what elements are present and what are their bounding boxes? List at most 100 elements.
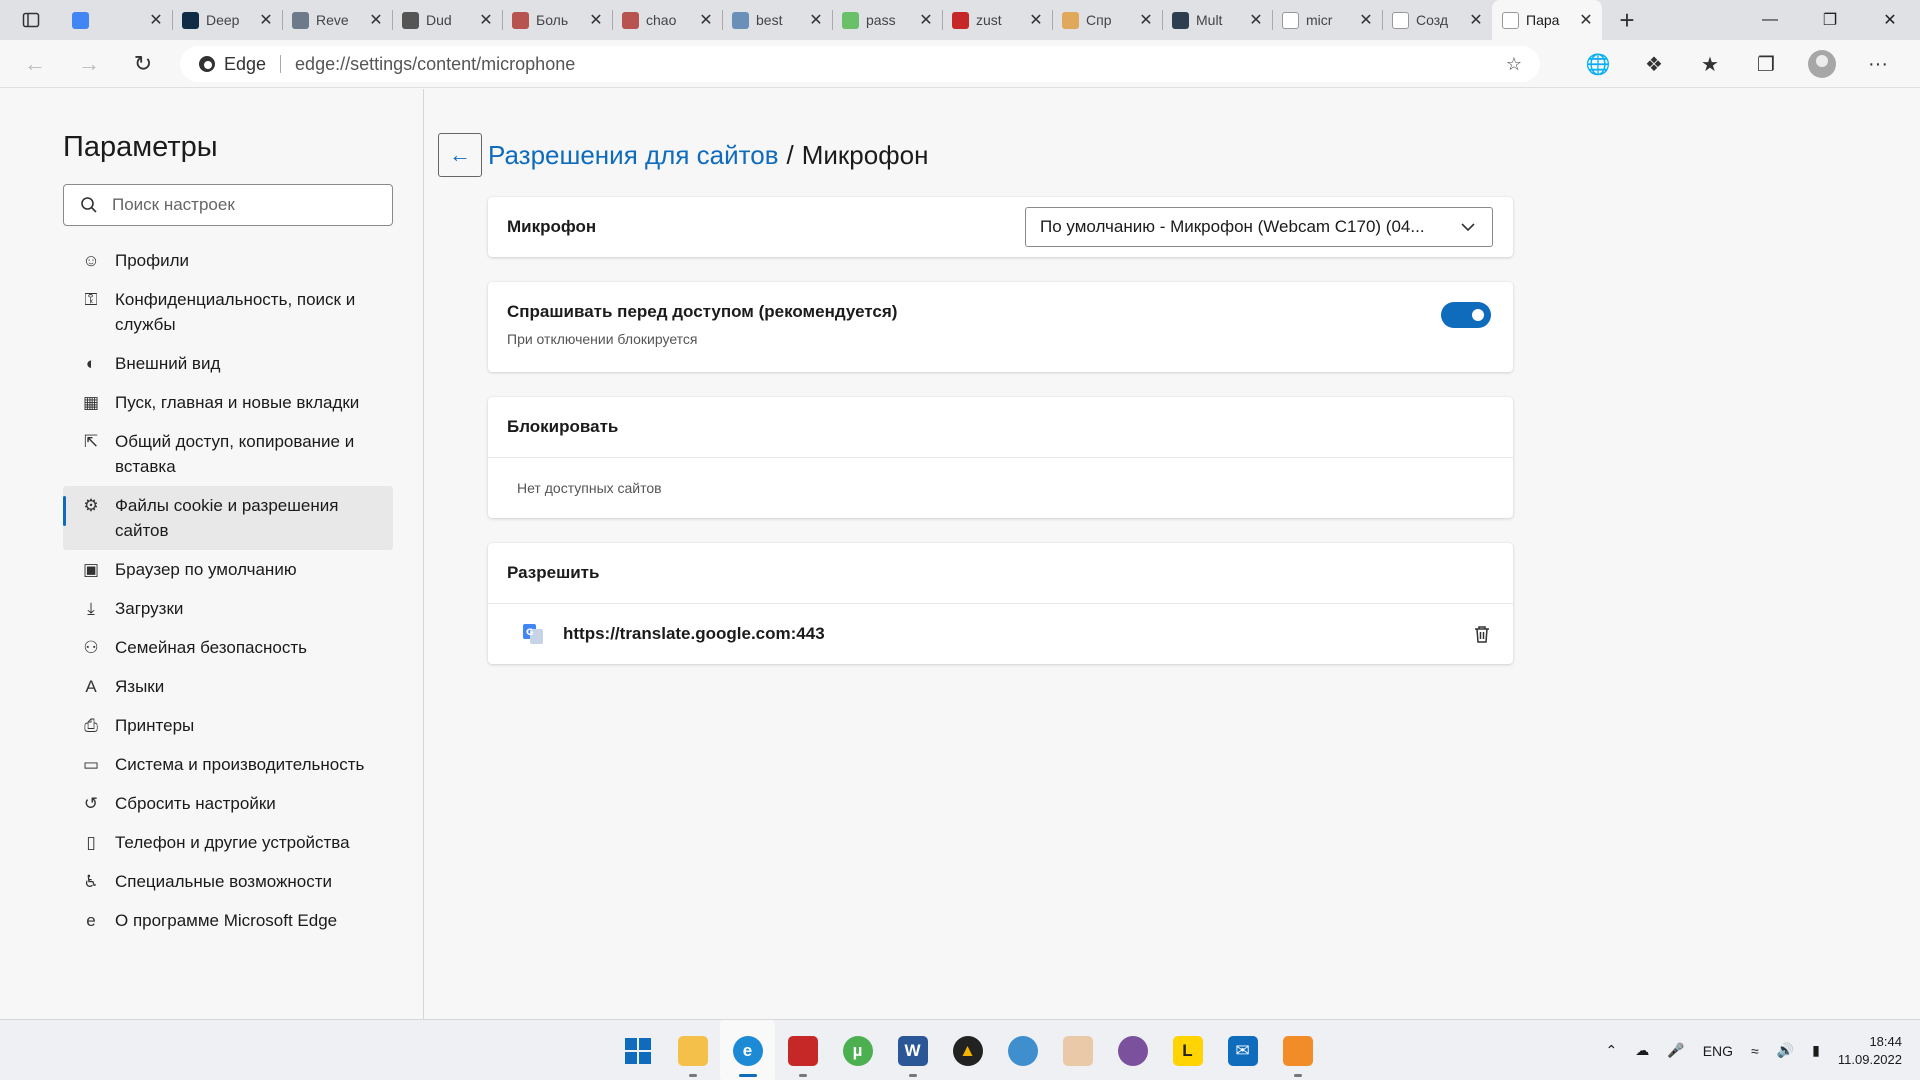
taskbar-app-triangle[interactable]: ▲ [940, 1020, 995, 1080]
edge-icon: e [86, 910, 96, 930]
taskbar-app-lingvo[interactable]: L [1160, 1020, 1215, 1080]
trash-icon[interactable] [1471, 623, 1493, 645]
ask-before-access-toggle[interactable] [1441, 302, 1491, 328]
viber-icon [1117, 1035, 1148, 1066]
sidebar-item[interactable]: ⇱ Общий доступ, копирование и вставка [63, 422, 393, 486]
show-hidden-icons-button[interactable]: ⌃ [1597, 1042, 1627, 1059]
taskbar-app-photo[interactable] [1050, 1020, 1105, 1080]
sidebar-item[interactable]: ↺ Сбросить настройки [63, 784, 393, 823]
start-button[interactable] [610, 1020, 665, 1080]
book-reader-icon [787, 1035, 818, 1066]
close-tab-icon[interactable]: ✕ [1468, 10, 1484, 30]
taskbar-app-reader[interactable] [775, 1020, 830, 1080]
close-window-button[interactable]: ✕ [1860, 0, 1920, 40]
sidebar-item[interactable]: ⤓ Загрузки [63, 589, 393, 628]
browser-tab[interactable]: Dud ✕ [392, 0, 502, 40]
microphone-device-select[interactable]: По умолчанию - Микрофон (Webcam C170) (0… [1025, 207, 1493, 247]
sidebar-item[interactable]: A Языки [63, 667, 393, 706]
minimize-button[interactable]: — [1740, 0, 1800, 40]
browser-tab[interactable]: Боль ✕ [502, 0, 612, 40]
close-tab-icon[interactable]: ✕ [368, 10, 384, 30]
taskbar-word[interactable]: W [885, 1020, 940, 1080]
close-tab-icon[interactable]: ✕ [808, 10, 824, 30]
tab-title: Dud [426, 12, 452, 28]
sidebar-item[interactable]: ☺ Профили [63, 241, 393, 280]
back-nav-button[interactable]: ← [8, 40, 62, 88]
settings-sidebar: Параметры Поиск настроек ☺ Профили ⚿ Конфид… [0, 89, 424, 1019]
close-tab-icon[interactable]: ✕ [478, 10, 494, 30]
sidebar-item[interactable]: ⚿ Конфиденциальность, поиск и службы [63, 280, 393, 344]
allowed-site-row[interactable]: G https://translate.google.com:443 [488, 604, 1513, 664]
taskbar-app-globe[interactable] [995, 1020, 1050, 1080]
sidebar-item[interactable]: ▭ Система и производительность [63, 745, 393, 784]
browser-tab[interactable]: Спр ✕ [1052, 0, 1162, 40]
sidebar-item[interactable]: ⚙ Файлы cookie и разрешения сайтов [63, 486, 393, 550]
browser-tab[interactable]: micr ✕ [1272, 0, 1382, 40]
taskbar-viber[interactable] [1105, 1020, 1160, 1080]
browser-tab[interactable]: Созд ✕ [1382, 0, 1492, 40]
battery-icon[interactable]: ▮ [1803, 1042, 1829, 1059]
sidebar-item[interactable]: ▯ Телефон и другие устройства [63, 823, 393, 862]
forward-nav-button[interactable]: → [62, 40, 116, 88]
favorites-icon[interactable]: ★ [1682, 52, 1738, 77]
onedrive-icon[interactable]: ☁ [1626, 1042, 1658, 1059]
restore-button[interactable]: ❐ [1800, 0, 1860, 40]
new-tab-button[interactable]: + [1602, 0, 1652, 40]
sidebar-item[interactable]: ▣ Браузер по умолчанию [63, 550, 393, 589]
close-tab-icon[interactable]: ✕ [1138, 10, 1154, 30]
browser-tab[interactable]: Mult ✕ [1162, 0, 1272, 40]
close-tab-icon[interactable]: ✕ [588, 10, 604, 30]
browser-tab[interactable]: ✕ [62, 0, 172, 40]
sidebar-title: Параметры [63, 131, 218, 163]
browser-tab[interactable]: Reve ✕ [282, 0, 392, 40]
browser-tab[interactable]: Deep ✕ [172, 0, 282, 40]
address-url[interactable]: edge://settings/content/microphone [295, 54, 575, 75]
sidebar-item-label: Конфиденциальность, поиск и службы [115, 290, 356, 334]
taskbar-mail[interactable]: ✉ [1215, 1020, 1270, 1080]
sidebar-item[interactable]: e О программе Microsoft Edge [63, 901, 393, 940]
tab-title: zust [976, 12, 1002, 28]
close-tab-icon[interactable]: ✕ [698, 10, 714, 30]
address-bar[interactable]: Edge edge://settings/content/microphone … [180, 46, 1540, 82]
sidebar-item-label: Телефон и другие устройства [115, 833, 350, 852]
close-tab-icon[interactable]: ✕ [1358, 10, 1374, 30]
globe-icon[interactable]: 🌐 [1570, 52, 1626, 77]
more-options-icon[interactable]: ··· [1850, 53, 1906, 76]
browser-tab[interactable]: chao ✕ [612, 0, 722, 40]
tab-actions-button[interactable] [0, 0, 62, 40]
back-button[interactable]: ← [438, 133, 482, 177]
taskbar-utorrent[interactable]: µ [830, 1020, 885, 1080]
browser-tab[interactable]: zust ✕ [942, 0, 1052, 40]
browser-tab[interactable]: pass ✕ [832, 0, 942, 40]
taskbar-app-pdf[interactable] [1270, 1020, 1325, 1080]
sidebar-item[interactable]: ⚇ Семейная безопасность [63, 628, 393, 667]
close-tab-icon[interactable]: ✕ [258, 10, 274, 30]
profile-button[interactable] [1794, 50, 1850, 78]
sidebar-item[interactable]: ⎙ Принтеры [63, 706, 393, 745]
close-tab-icon[interactable]: ✕ [1578, 10, 1594, 30]
volume-icon[interactable]: 🔊 [1768, 1042, 1803, 1059]
sidebar-item[interactable]: ▦ Пуск, главная и новые вкладки [63, 383, 393, 422]
close-tab-icon[interactable]: ✕ [918, 10, 934, 30]
close-tab-icon[interactable]: ✕ [1028, 10, 1044, 30]
browser-tab[interactable]: best ✕ [722, 0, 832, 40]
lingvo-icon: L [1172, 1035, 1203, 1066]
taskbar-file-explorer[interactable] [665, 1020, 720, 1080]
close-tab-icon[interactable]: ✕ [1248, 10, 1264, 30]
wifi-icon[interactable]: ≈ [1742, 1043, 1768, 1059]
taskbar-edge[interactable]: e [720, 1020, 775, 1080]
microphone-icon[interactable]: 🎤 [1658, 1042, 1693, 1059]
language-indicator[interactable]: ENG [1694, 1043, 1742, 1059]
close-tab-icon[interactable]: ✕ [148, 10, 164, 30]
extensions-icon[interactable]: ❖ [1626, 52, 1682, 77]
add-favorite-icon[interactable]: ☆ [1506, 54, 1522, 75]
clock[interactable]: 18:44 11.09.2022 [1829, 1033, 1920, 1069]
sidebar-item[interactable]: ♿ Специальные возможности [63, 862, 393, 901]
collections-icon[interactable]: ❐ [1738, 52, 1794, 77]
folder-icon [677, 1035, 708, 1066]
refresh-button[interactable]: ↻ [116, 40, 170, 88]
search-input[interactable]: Поиск настроек [63, 184, 393, 226]
sidebar-item[interactable]: ◐ Внешний вид [63, 344, 393, 383]
breadcrumb-link[interactable]: Разрешения для сайтов [488, 140, 779, 171]
browser-tab[interactable]: Пара ✕ [1492, 0, 1602, 40]
